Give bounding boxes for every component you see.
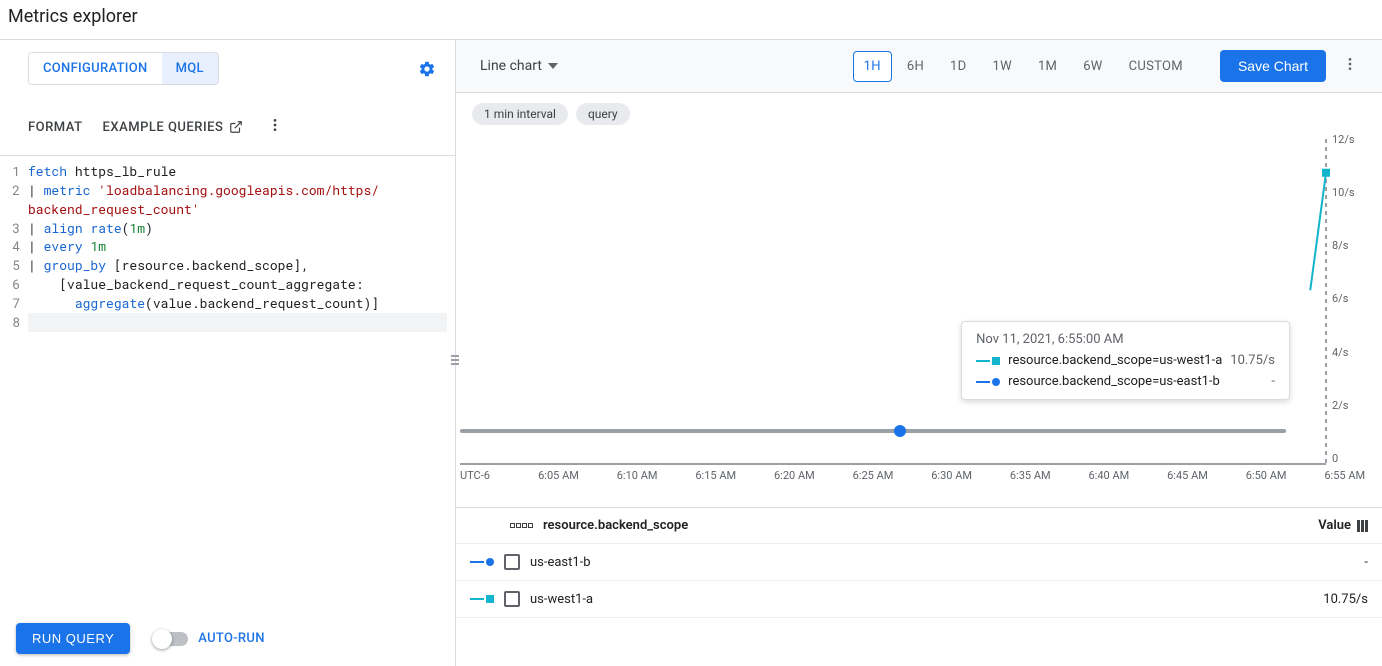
legend-group-header: resource.backend_scope xyxy=(543,518,688,533)
time-range-1d[interactable]: 1D xyxy=(939,51,977,82)
example-queries-link[interactable]: EXAMPLE QUERIES xyxy=(103,120,244,135)
config-panel: CONFIGURATION MQL FORMAT EXAMPLE QUERIES… xyxy=(0,40,456,666)
editor-overflow-menu-icon[interactable] xyxy=(263,113,287,141)
series-checkbox[interactable] xyxy=(504,554,520,570)
time-range-1w[interactable]: 1W xyxy=(981,51,1022,82)
tab-configuration[interactable]: CONFIGURATION xyxy=(29,53,162,84)
mql-editor[interactable]: 12345678 fetch https_lb_rule| metric 'lo… xyxy=(0,155,455,338)
time-range-1m[interactable]: 1M xyxy=(1027,51,1068,82)
columns-icon[interactable] xyxy=(1357,520,1368,532)
time-range-6w[interactable]: 6W xyxy=(1072,51,1113,82)
time-range-1h[interactable]: 1H xyxy=(853,51,892,82)
slider-thumb[interactable] xyxy=(894,425,906,437)
tooltip-time: Nov 11, 2021, 6:55:00 AM xyxy=(976,332,1275,347)
autorun-toggle[interactable] xyxy=(154,632,188,646)
external-link-icon xyxy=(229,120,243,134)
time-range-selector: 1H6H1D1W1M6WCUSTOM xyxy=(853,51,1194,82)
group-by-icon xyxy=(510,523,533,528)
editor-tabs: CONFIGURATION MQL xyxy=(28,52,219,85)
autorun-label: AUTO-RUN xyxy=(198,631,264,646)
run-query-button[interactable]: RUN QUERY xyxy=(16,623,130,654)
time-range-6h[interactable]: 6H xyxy=(896,51,935,82)
legend-value-header: Value xyxy=(1318,518,1351,533)
legend-row[interactable]: us-east1-b- xyxy=(456,544,1382,581)
legend-row[interactable]: us-west1-a10.75/s xyxy=(456,581,1382,618)
time-slider[interactable] xyxy=(460,429,1286,433)
settings-gear-icon[interactable] xyxy=(415,57,439,81)
chart-area[interactable]: 12/s10/s8/s6/s4/s2/s0 UTC-66:05 AM6:10 A… xyxy=(460,133,1366,493)
chart-tooltip: Nov 11, 2021, 6:55:00 AM resource.backen… xyxy=(961,321,1290,400)
page-title: Metrics explorer xyxy=(0,0,1382,40)
time-range-custom[interactable]: CUSTOM xyxy=(1118,51,1194,82)
chart-type-dropdown[interactable]: Line chart xyxy=(472,52,566,80)
caret-down-icon xyxy=(548,63,558,69)
save-chart-button[interactable]: Save Chart xyxy=(1220,50,1326,82)
query-chip[interactable]: query xyxy=(576,103,630,125)
chart-overflow-menu-icon[interactable] xyxy=(1334,56,1366,76)
tab-mql[interactable]: MQL xyxy=(162,53,218,84)
format-button[interactable]: FORMAT xyxy=(28,120,83,135)
interval-chip[interactable]: 1 min interval xyxy=(472,103,568,125)
series-checkbox[interactable] xyxy=(504,591,520,607)
